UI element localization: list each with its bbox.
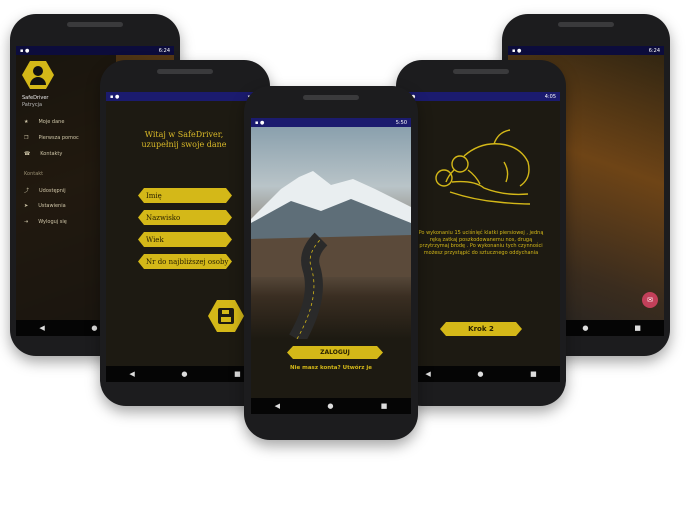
menu-label: Udostępnij (39, 187, 66, 194)
android-nav-bar: ◀ ● ■ (402, 366, 560, 382)
home-icon[interactable]: ● (582, 324, 588, 332)
login-button[interactable]: ZALOGUJ (287, 346, 383, 359)
speaker (303, 95, 359, 100)
menu-label: Pierwsza pomoc (38, 135, 79, 141)
floating-action-button[interactable]: ✉ (642, 292, 658, 308)
menu-label: Kontakty (40, 151, 63, 157)
back-icon[interactable]: ◀ (129, 370, 134, 378)
chat-icon: ✉ (647, 296, 653, 304)
status-bar: ▪ ● 6:24 (16, 46, 174, 55)
speaker (558, 22, 614, 27)
home-icon[interactable]: ● (181, 370, 187, 378)
star-icon: ★ (24, 119, 29, 125)
menu-label: Moje dane (38, 119, 65, 125)
mountain-road-image (251, 127, 411, 339)
back-icon[interactable]: ◀ (275, 402, 280, 410)
menu-item-logout[interactable]: ⇥ Wyloguj się (24, 219, 67, 225)
floppy-disk-icon (218, 308, 234, 324)
status-bar: ▪ ● 4:05 (402, 92, 560, 101)
status-time: 6:24 (158, 47, 170, 54)
save-button[interactable] (208, 300, 244, 332)
android-nav-bar: ◀ ● ■ (106, 366, 264, 382)
app-name: SafeDriver (22, 95, 49, 101)
status-icons-left: ▪ ● (110, 93, 120, 100)
recents-icon[interactable]: ■ (381, 402, 388, 410)
home-icon[interactable]: ● (327, 402, 333, 410)
menu-label: Ustawienia (38, 203, 66, 209)
status-bar: ▪ ● ▾ ◢ ▮ (106, 92, 264, 101)
recents-icon[interactable]: ■ (634, 324, 641, 332)
cpr-illustration-icon (435, 129, 531, 205)
field-emergency-contact[interactable]: Nr do najbliższej osoby (138, 254, 232, 269)
speaker (67, 22, 123, 27)
phone-icon: ☎ (24, 151, 31, 157)
login-screen: ▪ ● 5:50 ZALOGUJ Nie masz konta? Utwórz … (251, 118, 411, 414)
menu-item-share[interactable]: ⤴ Udostępnij (24, 187, 66, 195)
back-icon[interactable]: ◀ (425, 370, 430, 378)
status-icons-left: ▪ ● (20, 47, 30, 54)
status-time: 6:24 (648, 47, 660, 54)
instruction-text: Po wykonaniu 15 uciśnięć klatki piersiow… (418, 230, 544, 256)
recents-icon[interactable]: ■ (530, 370, 537, 378)
welcome-heading: Witaj w SafeDriver, uzupełnij swoje dane (141, 130, 227, 149)
speaker (157, 69, 213, 74)
phone-login: ▪ ● 5:50 ZALOGUJ Nie masz konta? Utwórz … (244, 86, 418, 440)
send-icon: ➤ (24, 203, 29, 209)
status-time: 5:50 (395, 119, 407, 126)
first-aid-screen: ▪ ● 4:05 Po wykonaniu 15 uciśnięć klatki… (402, 92, 560, 382)
field-last-name[interactable]: Nazwisko (138, 210, 232, 225)
speaker (453, 69, 509, 74)
signup-link[interactable]: Nie masz konta? Utwórz je (251, 365, 411, 371)
menu-label: Wyloguj się (38, 219, 67, 225)
status-bar: ▪ ● 6:24 (508, 46, 664, 55)
status-bar: ▪ ● 5:50 (251, 118, 411, 127)
logout-icon: ⇥ (24, 219, 29, 225)
field-age[interactable]: Wiek (138, 232, 232, 247)
field-first-name[interactable]: Imię (138, 188, 232, 203)
copy-icon: ❐ (24, 135, 29, 141)
status-icons-left: ▪ ● (512, 47, 522, 54)
share-icon: ⤴ (24, 188, 30, 194)
android-nav-bar: ◀ ● ■ (251, 398, 411, 414)
driver-avatar-icon (22, 61, 54, 89)
menu-item-my-data[interactable]: ★ Moje dane (24, 119, 64, 125)
recents-icon[interactable]: ■ (234, 370, 241, 378)
status-icons-left: ▪ ● (255, 119, 265, 126)
user-name: Patrycja (22, 102, 43, 108)
landscape-art-icon (251, 171, 411, 339)
form-screen: ▪ ● ▾ ◢ ▮ Witaj w SafeDriver, uzupełnij … (106, 92, 264, 382)
back-icon[interactable]: ◀ (39, 324, 44, 332)
home-icon[interactable]: ● (91, 324, 97, 332)
menu-item-contacts[interactable]: ☎ Kontakty (24, 151, 62, 157)
status-time: 4:05 (544, 93, 556, 100)
phone-first-aid: ▪ ● 4:05 Po wykonaniu 15 uciśnięć klatki… (396, 60, 566, 406)
menu-section-label: Kontakt (24, 171, 44, 177)
menu-item-settings[interactable]: ➤ Ustawienia (24, 203, 66, 209)
step-button[interactable]: Krok 2 (440, 322, 522, 336)
home-icon[interactable]: ● (477, 370, 483, 378)
menu-item-first-aid[interactable]: ❐ Pierwsza pomoc (24, 135, 79, 141)
